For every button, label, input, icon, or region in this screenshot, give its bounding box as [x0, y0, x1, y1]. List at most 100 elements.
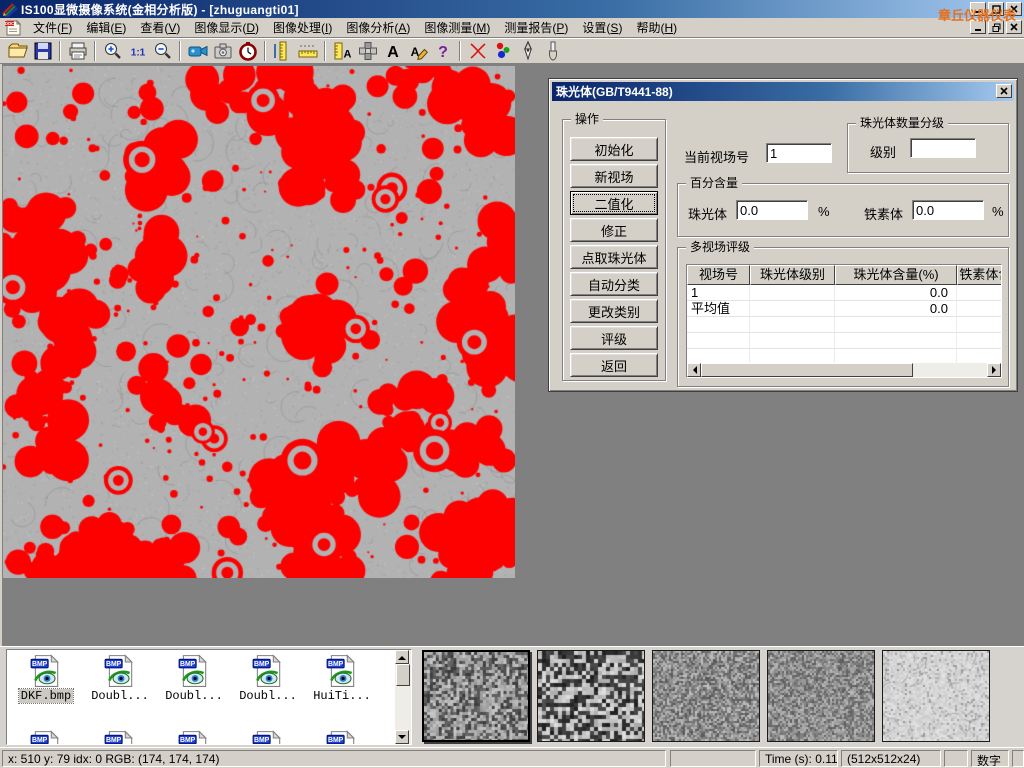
print-button[interactable]: [65, 40, 90, 63]
save-button[interactable]: [30, 40, 55, 63]
table-row[interactable]: [687, 333, 1001, 349]
curve-tool-button[interactable]: [465, 40, 490, 63]
new-field-button[interactable]: 新视场: [570, 164, 658, 188]
status-position: x: 510 y: 79 idx: 0 RGB: (174, 174, 174): [2, 750, 666, 767]
menu-bar: DOC 文件(F)编辑(E)查看(V)图像显示(D)图像处理(I)图像分析(A)…: [0, 18, 1024, 38]
menu-item-a[interactable]: 图像分析(A): [339, 17, 417, 38]
scroll-down-button[interactable]: [395, 730, 409, 744]
text-button[interactable]: A: [380, 40, 405, 63]
timer-button[interactable]: [235, 40, 260, 63]
mdi-close-button[interactable]: [1006, 20, 1022, 34]
multi-field-group-label: 多视场评级: [686, 240, 754, 254]
thumbnail-1[interactable]: [422, 650, 530, 742]
initialize-button[interactable]: 初始化: [570, 137, 658, 161]
auto-classify-button[interactable]: 自动分类: [570, 272, 658, 296]
thumbnail-4[interactable]: [767, 650, 875, 742]
scroll-right-button[interactable]: [987, 363, 1001, 377]
file-item-partial[interactable]: BMP: [157, 728, 231, 745]
zoom-out-button[interactable]: [150, 40, 175, 63]
pearlite-label: 珠光体: [688, 204, 727, 223]
camera-button[interactable]: [210, 40, 235, 63]
correct-button[interactable]: 修正: [570, 218, 658, 242]
rating-table-body: 10.0平均值0.0: [687, 285, 1001, 365]
grade-label: 级别: [870, 142, 896, 161]
table-header-cell: 铁素体含量(%): [957, 265, 1002, 285]
grade-button[interactable]: 评级: [570, 326, 658, 350]
maximize-button[interactable]: [988, 2, 1004, 16]
text-edit-button[interactable]: A: [405, 40, 430, 63]
rating-table[interactable]: 视场号珠光体级别珠光体含量(%)铁素体含量(%) 10.0平均值0.0: [686, 264, 1002, 378]
menu-items: 文件(F)编辑(E)查看(V)图像显示(D)图像处理(I)图像分析(A)图像测量…: [26, 17, 684, 38]
file-item[interactable]: BMPDKF.bmp: [9, 652, 83, 728]
toolbar-separator: [59, 41, 61, 61]
file-item[interactable]: BMPHuiTi...: [305, 652, 379, 728]
thumbnail-2[interactable]: [537, 650, 645, 742]
ferrite-percent-input[interactable]: [912, 200, 984, 220]
operations-group: 操作 初始化新视场二值化修正点取珠光体自动分类更改类别评级返回: [562, 119, 666, 381]
caliper-button[interactable]: [270, 40, 295, 63]
table-horizontal-scrollbar[interactable]: [687, 363, 1001, 377]
grade-group-label: 珠光体数量分级: [856, 116, 948, 130]
menu-item-p[interactable]: 测量报告(P): [497, 17, 575, 38]
minimize-button[interactable]: [970, 2, 986, 16]
table-cell: [957, 285, 1002, 300]
file-item-partial[interactable]: BMP: [231, 728, 305, 745]
menu-item-d[interactable]: 图像显示(D): [187, 17, 266, 38]
menu-item-h[interactable]: 帮助(H): [629, 17, 684, 38]
file-scrollbar-thumb[interactable]: [396, 664, 410, 686]
menu-item-v[interactable]: 查看(V): [133, 17, 187, 38]
binarized-micrograph-image[interactable]: [3, 66, 515, 578]
help-button[interactable]: ?: [430, 40, 455, 63]
scroll-up-button[interactable]: [395, 650, 409, 664]
file-item-partial[interactable]: BMP: [9, 728, 83, 745]
table-cell: [750, 285, 835, 300]
table-row[interactable]: 10.0: [687, 285, 1001, 301]
scrollbar-thumb[interactable]: [701, 363, 913, 377]
pearlite-percent-input[interactable]: [736, 200, 808, 220]
classify-particles-button[interactable]: [490, 40, 515, 63]
change-class-button[interactable]: 更改类别: [570, 299, 658, 323]
measure-label-button[interactable]: A: [330, 40, 355, 63]
current-field-input[interactable]: [766, 143, 832, 163]
table-row[interactable]: 平均值0.0: [687, 301, 1001, 317]
file-item[interactable]: BMPDoubl...: [157, 652, 231, 728]
grade-input[interactable]: [910, 138, 976, 158]
open-button[interactable]: [5, 40, 30, 63]
dialog-title-bar[interactable]: 珠光体(GB/T9441-88): [552, 82, 1014, 101]
return-button[interactable]: 返回: [570, 353, 658, 377]
image-merge-button[interactable]: [355, 40, 380, 63]
svg-text:BMP: BMP: [32, 661, 48, 668]
thumbnail-3[interactable]: [652, 650, 760, 742]
mdi-restore-button[interactable]: [988, 20, 1004, 34]
operations-buttons: 初始化新视场二值化修正点取珠光体自动分类更改类别评级返回: [570, 134, 658, 377]
menu-item-s[interactable]: 设置(S): [575, 17, 629, 38]
menu-item-e[interactable]: 编辑(E): [79, 17, 133, 38]
pick-pearlite-button[interactable]: 点取珠光体: [570, 245, 658, 269]
menu-item-i[interactable]: 图像处理(I): [266, 17, 339, 38]
binarize-button[interactable]: 二值化: [570, 191, 658, 215]
menu-item-m[interactable]: 图像测量(M): [417, 17, 497, 38]
zoom-in-button[interactable]: [100, 40, 125, 63]
table-cell: [750, 349, 835, 364]
ruler-button[interactable]: [295, 40, 320, 63]
table-row[interactable]: [687, 317, 1001, 333]
table-cell: [687, 317, 750, 332]
menu-item-f[interactable]: 文件(F): [26, 17, 79, 38]
actual-size-button[interactable]: 1:1: [125, 40, 150, 63]
file-item-partial[interactable]: BMP: [305, 728, 379, 745]
file-item-partial[interactable]: BMP: [83, 728, 157, 745]
svg-text:A: A: [343, 49, 351, 61]
brush-button[interactable]: [540, 40, 565, 63]
status-time: Time (s): 0.113: [759, 750, 838, 767]
video-camera-button[interactable]: [185, 40, 210, 63]
file-list-scrollbar[interactable]: [395, 650, 411, 744]
file-item[interactable]: BMPDoubl...: [231, 652, 305, 728]
svg-text:BMP: BMP: [254, 737, 270, 744]
mdi-minimize-button[interactable]: [970, 20, 986, 34]
thumbnail-5[interactable]: [882, 650, 990, 742]
dialog-close-button[interactable]: [996, 84, 1012, 98]
close-button[interactable]: [1006, 2, 1022, 16]
pen-button[interactable]: [515, 40, 540, 63]
file-item[interactable]: BMPDoubl...: [83, 652, 157, 728]
scroll-left-button[interactable]: [687, 363, 701, 377]
